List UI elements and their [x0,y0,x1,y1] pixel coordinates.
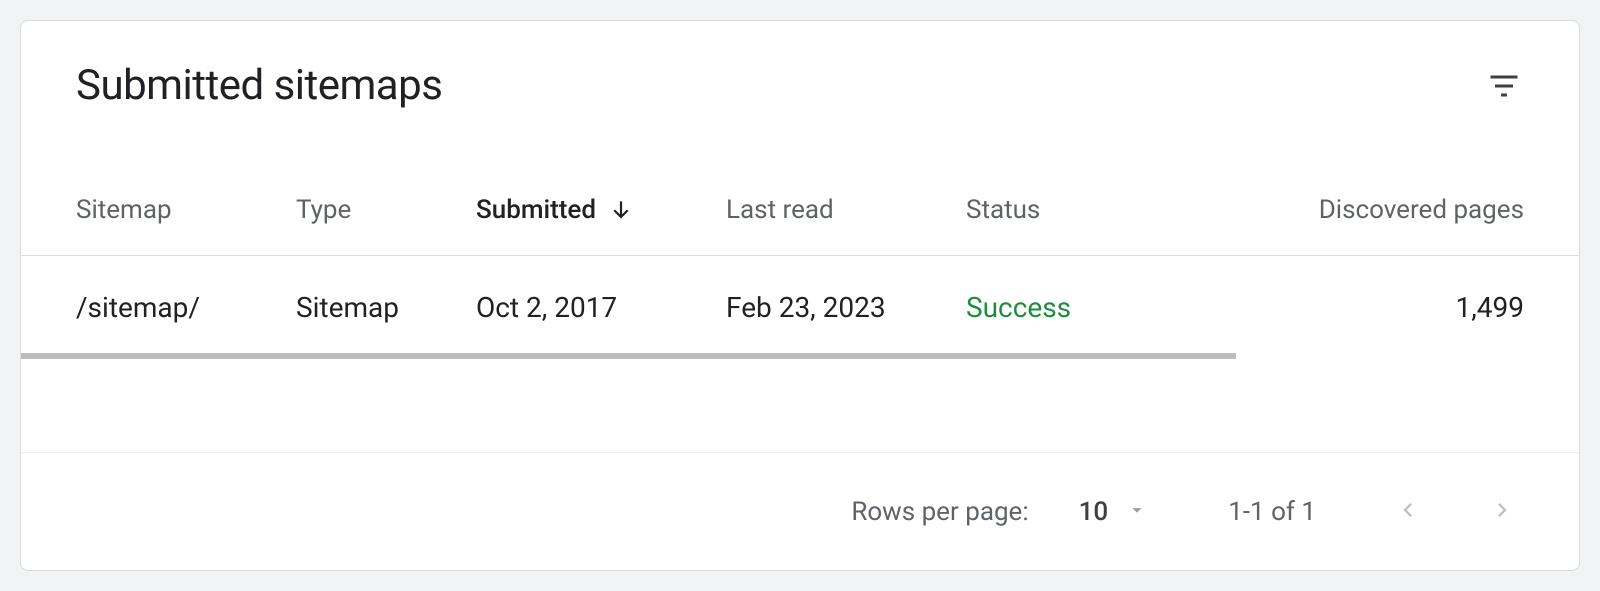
filter-icon[interactable] [1484,66,1524,106]
chevron-right-icon [1488,496,1516,527]
column-header-submitted-label: Submitted [476,195,596,225]
column-header-submitted[interactable]: Submitted [476,195,726,225]
cell-discovered: 1,499 [1226,291,1524,324]
column-header-type[interactable]: Type [296,195,476,225]
table-row[interactable]: /sitemap/ Sitemap Oct 2, 2017 Feb 23, 20… [21,256,1579,359]
cell-submitted: Oct 2, 2017 [476,291,726,324]
cell-status: Success [966,291,1226,324]
rows-per-page-value: 10 [1079,497,1109,527]
row-scroll-indicator [21,353,1236,359]
dropdown-icon [1126,499,1148,525]
column-header-status[interactable]: Status [966,195,1226,225]
card-header: Submitted sitemaps [21,21,1579,140]
sitemaps-table: Sitemap Type Submitted Last read Status … [21,140,1579,440]
table-header-row: Sitemap Type Submitted Last read Status … [21,165,1579,256]
cell-last-read: Feb 23, 2023 [726,291,966,324]
chevron-left-icon [1394,496,1422,527]
column-header-discovered[interactable]: Discovered pages [1226,195,1524,225]
previous-page-button[interactable] [1386,488,1430,535]
column-header-sitemap[interactable]: Sitemap [76,195,296,225]
card-title: Submitted sitemaps [76,61,442,110]
cell-type: Sitemap [296,291,476,324]
next-page-button[interactable] [1480,488,1524,535]
page-info: 1-1 of 1 [1228,497,1316,527]
column-header-last-read[interactable]: Last read [726,195,966,225]
pagination-bar: Rows per page: 10 1-1 of 1 [21,452,1579,570]
rows-per-page-label: Rows per page: [851,497,1028,527]
rows-per-page-select[interactable]: 10 [1079,497,1149,527]
sitemaps-card: Submitted sitemaps Sitemap Type Submitte… [20,20,1580,571]
cell-sitemap: /sitemap/ [76,291,296,324]
sort-descending-icon [608,197,634,223]
